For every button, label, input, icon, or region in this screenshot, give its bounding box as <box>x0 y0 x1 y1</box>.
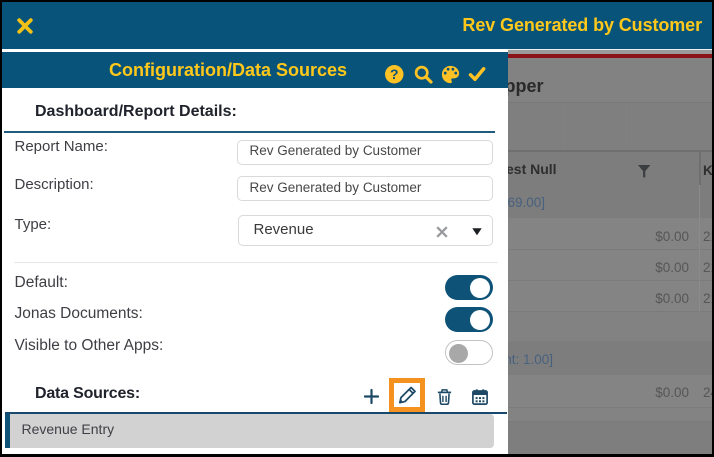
svg-text:?: ? <box>390 66 399 82</box>
